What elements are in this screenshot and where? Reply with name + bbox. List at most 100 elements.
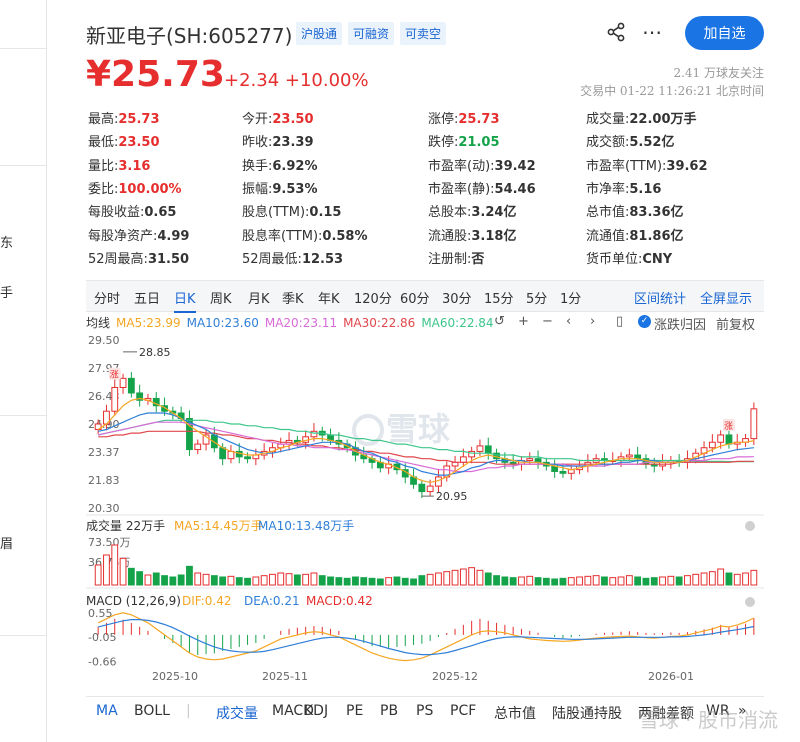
candle-body <box>227 450 235 460</box>
kline-y-tick: 29.50 <box>88 334 120 347</box>
quote-value: 3.16 <box>118 158 151 174</box>
quote-value: 6.92% <box>272 158 318 174</box>
candle-body <box>244 456 251 460</box>
volume-bar <box>360 577 368 586</box>
volume-bar <box>667 575 675 586</box>
quote-value: 0.65 <box>144 205 177 221</box>
followers-count[interactable]: 2.41 万球友关注 <box>673 64 764 81</box>
volume-bar <box>576 576 583 586</box>
volume-bar <box>318 575 326 586</box>
quote-value: CNY <box>642 251 673 267</box>
volume-bar <box>401 577 409 586</box>
quote-label: 流通值: <box>586 228 630 244</box>
quote-label: 最高: <box>88 112 119 127</box>
volume-bar <box>509 577 517 586</box>
candle-body <box>426 485 434 493</box>
volume-bar <box>659 576 666 586</box>
volume-bar <box>435 572 442 586</box>
sidebar-fragment[interactable]: 手 <box>0 282 13 301</box>
sidebar-fragment[interactable]: 东 <box>0 232 13 251</box>
volume-bar <box>742 572 749 586</box>
volume-bar <box>202 573 210 586</box>
candle-body <box>559 470 567 474</box>
tag-margin[interactable]: 可融资 <box>348 22 395 45</box>
quote-value: 83.36亿 <box>629 205 684 221</box>
quote-value: 39.42 <box>494 158 536 174</box>
macd-legend-item: DIF:0.42 <box>182 594 232 608</box>
volume-bar <box>526 575 534 586</box>
volume-bar <box>94 564 102 586</box>
volume-bar <box>675 576 683 586</box>
quote-cell: 振幅:9.53% <box>242 178 318 197</box>
volume-bar <box>252 576 260 586</box>
indicator-tab[interactable]: 总市值 <box>494 703 536 723</box>
volume-bar <box>451 569 459 586</box>
quote-label: 成交额: <box>586 135 630 151</box>
indicator-tab[interactable]: 陆股通持股 <box>552 703 622 723</box>
add-watchlist-button[interactable]: 加自选 <box>685 16 764 50</box>
quote-label: 量比: <box>88 158 119 174</box>
quote-value: 81.86亿 <box>629 228 684 244</box>
candle-body <box>219 447 227 460</box>
indicator-tab[interactable]: PE <box>346 703 363 719</box>
quote-value: 31.50 <box>147 251 190 267</box>
quote-row: 最高:25.73 今开:23.50 涨停:25.73 成交量:22.00万手 <box>88 108 768 128</box>
indicator-tab[interactable]: PB <box>380 703 398 719</box>
volume-bar <box>376 578 384 586</box>
quote-cell: 换手:6.92% <box>242 155 318 174</box>
volume-bar <box>136 571 144 586</box>
volume-bar <box>601 576 608 586</box>
quote-cell: 52周最低:12.53 <box>242 248 343 267</box>
indicator-tab[interactable]: KDJ <box>304 703 328 719</box>
candle-body <box>625 454 633 458</box>
volume-legend-item: MA10:13.48万手 <box>258 519 354 533</box>
quote-cell: 52周最高:31.50 <box>88 248 189 267</box>
volume-bar <box>327 576 334 586</box>
quote-value: 25.73 <box>458 112 500 127</box>
quote-label: 委比: <box>88 181 119 197</box>
volume-bar <box>352 576 359 586</box>
indicator-tab[interactable]: PS <box>416 703 433 719</box>
quote-value: 23.39 <box>272 135 314 151</box>
share-icon[interactable] <box>606 22 626 42</box>
sidebar-fragment[interactable]: 眉 <box>0 533 13 552</box>
quote-value: 9.53% <box>272 181 318 197</box>
volume-bar <box>169 576 177 586</box>
volume-bar <box>617 576 625 586</box>
quote-value: 23.50 <box>118 135 160 151</box>
candle-body <box>725 434 733 445</box>
indicator-tab[interactable]: 成交量 <box>216 703 258 723</box>
quote-cell: 流通值:81.86亿 <box>586 225 684 244</box>
candle-body <box>484 445 492 454</box>
quote-label: 货币单位: <box>586 251 643 267</box>
volume-title: 成交量 22万手 <box>86 518 165 533</box>
price-change: +2.34 +10.00% <box>224 70 369 91</box>
x-axis-tick: 2025-10 <box>152 670 198 683</box>
quote-cell: 成交额:5.52亿 <box>586 131 674 150</box>
quote-value: 3.18亿 <box>471 228 517 244</box>
x-axis-tick: 2025-11 <box>262 670 308 683</box>
current-price: ¥25.73 <box>86 54 225 95</box>
quote-cell: 今开:23.50 <box>242 108 314 127</box>
quote-label: 振幅: <box>242 181 273 197</box>
volume-bar <box>210 575 218 586</box>
quote-value: 0.58% <box>322 228 368 244</box>
indicator-tab[interactable]: MA <box>96 703 118 719</box>
quote-cell: 量比:3.16 <box>88 155 150 174</box>
quote-label: 今开: <box>242 112 273 127</box>
quote-label: 最低: <box>88 135 119 151</box>
quote-cell: 市净率:5.16 <box>586 178 661 197</box>
tag-connect[interactable]: 沪股通 <box>296 22 343 45</box>
tag-short[interactable]: 可卖空 <box>400 22 447 45</box>
indicator-tab[interactable]: PCF <box>450 703 476 719</box>
quote-cell: 市盈率(TTM):39.62 <box>586 155 708 174</box>
volume-bar <box>385 577 393 586</box>
volume-bar <box>293 574 301 586</box>
quote-label: 流通股: <box>428 228 472 244</box>
kline-chart[interactable]: 雪球29.5027.9726.4324.9023.3721.8320.3028.… <box>86 280 764 690</box>
quote-cell: 成交量:22.00万手 <box>586 108 697 127</box>
quote-value: 4.99 <box>157 228 190 244</box>
more-icon[interactable]: ⋯ <box>642 20 663 44</box>
indicator-tab[interactable]: BOLL <box>134 703 170 719</box>
high-label: 28.85 <box>139 346 171 359</box>
